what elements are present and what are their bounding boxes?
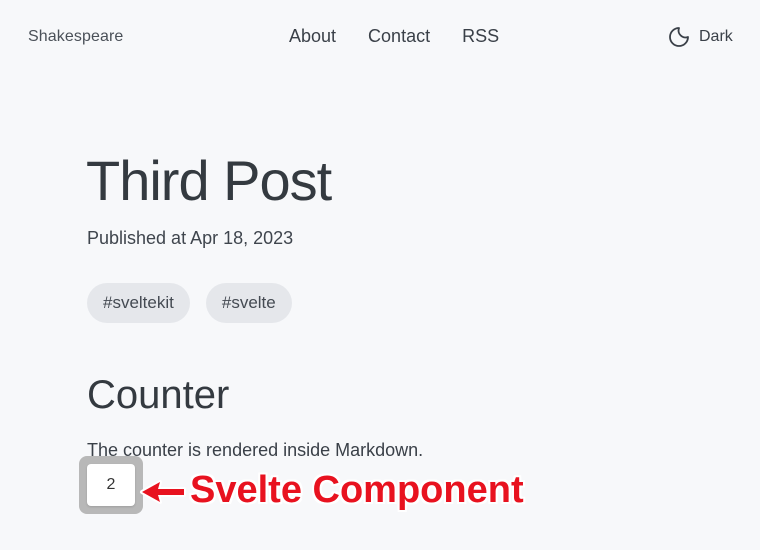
arrow-left-icon <box>138 478 188 511</box>
nav-about-link[interactable]: About <box>289 26 336 47</box>
post-title: Third Post <box>86 149 332 212</box>
counter-button[interactable]: 2 <box>87 464 135 506</box>
tag-list: #sveltekit #svelte <box>87 283 292 323</box>
published-date: Published at Apr 18, 2023 <box>87 228 294 248</box>
nav-contact-link[interactable]: Contact <box>368 26 430 47</box>
tag-sveltekit[interactable]: #sveltekit <box>87 283 190 323</box>
tag-svelte[interactable]: #svelte <box>205 283 292 323</box>
site-title-link[interactable]: Shakespeare <box>28 28 123 46</box>
moon-icon <box>667 25 691 49</box>
theme-toggle-button[interactable]: Dark <box>667 25 733 49</box>
main-nav: About Contact RSS <box>289 26 499 47</box>
nav-rss-link[interactable]: RSS <box>462 26 499 47</box>
section-heading: Counter <box>87 373 230 417</box>
site-header: Shakespeare About Contact RSS Dark <box>0 0 760 76</box>
annotation-label: Svelte Component <box>190 469 524 511</box>
theme-toggle-label: Dark <box>699 28 733 45</box>
